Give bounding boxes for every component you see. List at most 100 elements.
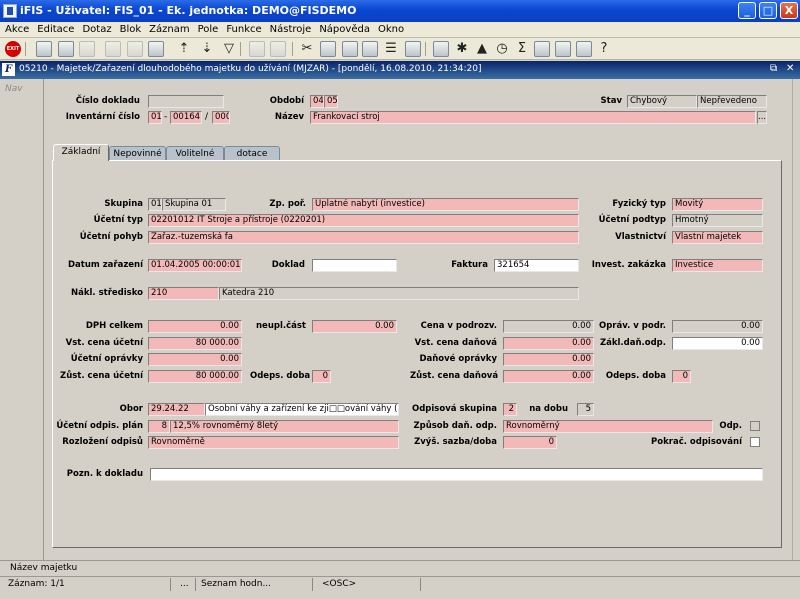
help-icon[interactable]: ? xyxy=(596,41,612,57)
obdobi-field-2[interactable]: 05 xyxy=(324,95,338,108)
vlastnictvi-field[interactable]: Vlastní majetek xyxy=(672,231,763,244)
odeps-doba-danova-field[interactable]: 0 xyxy=(672,370,691,383)
odp-checkbox[interactable] xyxy=(750,421,760,431)
calculator-icon[interactable] xyxy=(433,41,449,57)
oprav-podr-field[interactable]: 0.00 xyxy=(672,320,763,333)
menu-napoveda[interactable]: Nápověda xyxy=(316,22,373,38)
sort-asc-icon[interactable]: ⇡ xyxy=(176,41,192,57)
duplicate-icon[interactable] xyxy=(105,41,121,57)
query-icon[interactable] xyxy=(249,41,265,57)
ucetni-opravky-field[interactable]: 0.00 xyxy=(148,353,242,366)
menu-zaznam[interactable]: Záznam xyxy=(146,22,192,38)
stredisko-name-field[interactable]: Katedra 210 xyxy=(219,287,579,300)
menu-editace[interactable]: Editace xyxy=(34,22,77,38)
obor-name-field[interactable]: Osobní váhy a zařízení ke zji□□ování váh… xyxy=(205,403,399,416)
vst-cena-danova-field[interactable]: 0.00 xyxy=(503,337,594,350)
menu-blok[interactable]: Blok xyxy=(117,22,145,38)
excel-icon[interactable] xyxy=(534,41,550,57)
stredisko-code-field[interactable]: 210 xyxy=(148,287,219,300)
rozlozeni-odpisu-field[interactable]: Rovnoměrně xyxy=(148,436,399,449)
export-icon[interactable] xyxy=(555,41,571,57)
dph-celkem-field[interactable]: 0.00 xyxy=(148,320,242,333)
odeps-doba-ucetni-field[interactable]: 0 xyxy=(312,370,331,383)
ucetni-podtyp-field[interactable]: Hmotný xyxy=(672,214,763,227)
skupina-name-field[interactable]: Skupina 01 xyxy=(162,198,226,211)
nazev-lov-button[interactable]: ... xyxy=(757,111,767,124)
ucetni-opravky-label: Účetní oprávky xyxy=(70,354,143,364)
nazev-field[interactable]: Frankovací stroj xyxy=(310,111,756,124)
zp-por-field[interactable]: Úplatné nabytí (investice) xyxy=(312,198,579,211)
query-run-icon[interactable] xyxy=(270,41,286,57)
neupl-cast-field[interactable]: 0.00 xyxy=(312,320,397,333)
close-form-icon[interactable]: ✕ xyxy=(786,63,794,74)
tab-dotace[interactable]: dotace xyxy=(224,146,280,161)
nav-panel[interactable]: Nav xyxy=(0,79,44,560)
copy-record-icon[interactable] xyxy=(127,41,143,57)
maximize-button[interactable]: □ xyxy=(759,2,777,19)
search-icon[interactable] xyxy=(362,41,378,57)
menu-okno[interactable]: Okno xyxy=(375,22,407,38)
close-button[interactable]: X xyxy=(780,2,798,19)
skupina-code-field[interactable]: 01 xyxy=(148,198,162,211)
cena-podrozv-field[interactable]: 0.00 xyxy=(503,320,594,333)
zakl-dan-odp-field[interactable]: 0.00 xyxy=(672,337,763,350)
na-dobu-field[interactable]: 5 xyxy=(577,403,594,416)
vertical-scrollbar[interactable] xyxy=(792,79,800,560)
nakl-stredisko-label: Nákl. středisko xyxy=(70,288,143,298)
stav-field-1[interactable]: Chybový xyxy=(627,95,697,108)
datum-zarazeni-field[interactable]: 01.04.2005 00:00:01 xyxy=(148,259,242,272)
filter-icon[interactable]: ▽ xyxy=(221,41,237,57)
obdobi-field-1[interactable]: 04 xyxy=(310,95,324,108)
zust-cena-danova-field[interactable]: 0.00 xyxy=(503,370,594,383)
paste-icon[interactable] xyxy=(342,41,358,57)
attach-icon[interactable] xyxy=(576,41,592,57)
zvys-sazba-field[interactable]: 0 xyxy=(503,436,557,449)
chart-icon[interactable]: ▲ xyxy=(474,41,490,57)
doklad-field[interactable] xyxy=(312,259,397,272)
inv-cislo-field-3[interactable]: 000 xyxy=(212,111,230,124)
pozn-k-dokladu-field[interactable] xyxy=(150,468,763,481)
delete-record-icon[interactable] xyxy=(148,41,164,57)
menu-funkce[interactable]: Funkce xyxy=(223,22,264,38)
restore-icon[interactable]: ⧉ xyxy=(770,63,777,74)
insert-record-icon[interactable] xyxy=(36,41,52,57)
copy-icon[interactable] xyxy=(320,41,336,57)
tab-nepovinne[interactable]: Nepovinné xyxy=(109,146,166,161)
ucetni-plan-name-field[interactable]: 12,5% rovnoměrný 8letý xyxy=(170,420,399,433)
obor-label: Obor xyxy=(119,404,143,414)
menu-pole[interactable]: Pole xyxy=(195,22,222,38)
obor-code-field[interactable]: 29.24.22 xyxy=(148,403,205,416)
danove-opravky-field[interactable]: 0.00 xyxy=(503,353,594,366)
clock-icon[interactable]: ◷ xyxy=(494,41,510,57)
print-icon[interactable] xyxy=(79,41,95,57)
sum-icon[interactable]: Σ xyxy=(514,41,530,57)
tab-volitelne[interactable]: Volitelné xyxy=(166,146,224,161)
gear-icon[interactable]: ✱ xyxy=(454,41,470,57)
tab-zakladni[interactable]: Základní xyxy=(53,144,109,161)
vst-cena-ucetni-field[interactable]: 80 000.00 xyxy=(148,337,242,350)
edit-icon[interactable] xyxy=(405,41,421,57)
ucetni-pohyb-field[interactable]: Zařaz.-tuzemská fa xyxy=(148,231,579,244)
zust-cena-ucetni-field[interactable]: 80 000.00 xyxy=(148,370,242,383)
menu-akce[interactable]: Akce xyxy=(2,22,32,38)
fyzicky-typ-field[interactable]: Movitý xyxy=(672,198,763,211)
exit-icon[interactable]: EXIT xyxy=(5,41,21,57)
inv-cislo-field-1[interactable]: 01 xyxy=(148,111,162,124)
ucetni-plan-code-field[interactable]: 8 xyxy=(148,420,170,433)
minimize-button[interactable]: _ xyxy=(738,2,756,19)
pokrac-odpisovani-checkbox[interactable] xyxy=(750,437,760,447)
sort-desc-icon[interactable]: ⇣ xyxy=(199,41,215,57)
stav-field-2[interactable]: Nepřevedeno xyxy=(697,95,767,108)
invest-zakazka-field[interactable]: Investice xyxy=(672,259,763,272)
menu-nastroje[interactable]: Nástroje xyxy=(267,22,315,38)
cislo-dokladu-field[interactable] xyxy=(148,95,224,108)
inv-cislo-field-2[interactable]: 00164 xyxy=(170,111,202,124)
menu-dotaz[interactable]: Dotaz xyxy=(79,22,114,38)
odpisova-skupina-field[interactable]: 2 xyxy=(503,403,517,416)
zpusob-dan-odp-field[interactable]: Rovnoměrný xyxy=(503,420,713,433)
faktura-field[interactable]: 321654 xyxy=(494,259,579,272)
cut-icon[interactable]: ✂ xyxy=(299,41,315,57)
list-icon[interactable]: ☰ xyxy=(383,41,399,57)
save-icon[interactable] xyxy=(58,41,74,57)
ucetni-typ-field[interactable]: 02201012 IT Stroje a přístroje (0220201) xyxy=(148,214,579,227)
